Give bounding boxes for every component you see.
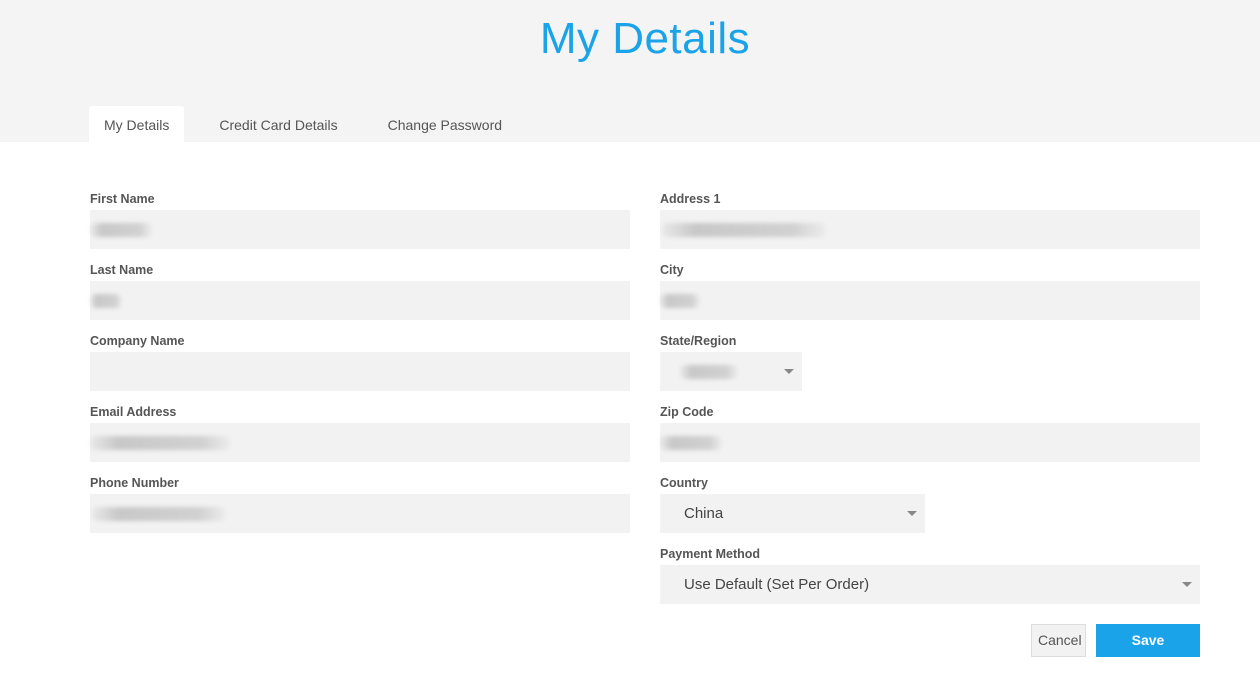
phone-group: Phone Number	[90, 472, 630, 543]
country-value: China	[684, 505, 724, 522]
zip-label: Zip Code	[660, 405, 714, 419]
page-title: My Details	[539, 14, 751, 63]
address1-label: Address 1	[660, 192, 721, 206]
phone-label: Phone Number	[90, 476, 179, 490]
redacted-value	[660, 436, 722, 450]
city-label: City	[660, 263, 684, 277]
tab-change-password[interactable]: Change Password	[373, 106, 517, 142]
redacted-value	[90, 223, 152, 237]
redacted-value	[680, 365, 738, 379]
state-select[interactable]	[660, 352, 802, 391]
last-name-input[interactable]	[90, 281, 630, 320]
payment-method-label: Payment Method	[660, 547, 761, 561]
zip-input[interactable]	[660, 423, 1200, 462]
state-label: State/Region	[660, 334, 737, 348]
address-column: Address 1 City State/Region Zip Code Cou…	[660, 188, 1200, 614]
email-group: Email Address	[90, 401, 630, 472]
tab-bar: My Details Credit Card Details Change Pa…	[89, 106, 523, 142]
country-select[interactable]: China	[660, 494, 925, 533]
phone-input[interactable]	[90, 494, 630, 533]
first-name-group: First Name	[90, 188, 630, 259]
country-label: Country	[660, 476, 708, 490]
last-name-label: Last Name	[90, 263, 154, 277]
redacted-value	[90, 436, 230, 450]
email-label: Email Address	[90, 405, 177, 419]
payment-method-value: Use Default (Set Per Order)	[684, 576, 870, 593]
chevron-down-icon	[1182, 582, 1192, 587]
personal-details-column: First Name Last Name Company Name Email …	[90, 188, 630, 543]
cancel-button[interactable]: Cancel	[1031, 624, 1086, 657]
tab-my-details[interactable]: My Details	[89, 106, 185, 142]
page-header: My Details My Details Credit Card Detail…	[0, 0, 1260, 142]
address1-input[interactable]	[660, 210, 1200, 249]
first-name-label: First Name	[90, 192, 155, 206]
redacted-value	[92, 507, 226, 521]
redacted-value	[662, 223, 826, 237]
email-field[interactable]	[90, 423, 630, 462]
city-input[interactable]	[660, 281, 1200, 320]
redacted-value	[90, 294, 122, 308]
address1-group: Address 1	[660, 188, 1200, 259]
first-name-input[interactable]	[90, 210, 630, 249]
company-name-input[interactable]	[90, 352, 630, 391]
payment-method-select[interactable]: Use Default (Set Per Order)	[660, 565, 1200, 604]
payment-method-group: Payment Method Use Default (Set Per Orde…	[660, 543, 1200, 614]
country-group: Country China	[660, 472, 1200, 543]
chevron-down-icon	[784, 369, 794, 374]
company-name-group: Company Name	[90, 330, 630, 401]
company-name-label: Company Name	[90, 334, 185, 348]
state-group: State/Region	[660, 330, 1200, 401]
form-actions: Cancel Save Changes	[1031, 624, 1200, 681]
tab-credit-card-details[interactable]: Credit Card Details	[204, 106, 352, 142]
city-group: City	[660, 259, 1200, 330]
save-changes-button[interactable]: Save Changes	[1096, 624, 1200, 681]
last-name-group: Last Name	[90, 259, 630, 330]
chevron-down-icon	[907, 511, 917, 516]
zip-group: Zip Code	[660, 401, 1200, 472]
redacted-value	[660, 294, 700, 308]
